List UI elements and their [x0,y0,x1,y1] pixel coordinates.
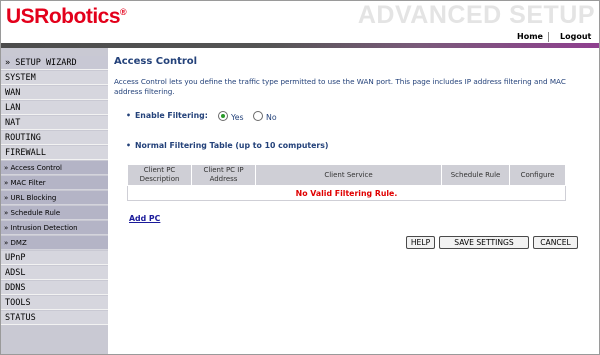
main-content: Access Control Access Control lets you d… [108,48,599,354]
filtering-table-heading: • Normal Filtering Table (up to 10 comput… [126,141,328,150]
column-header: Client PC Description [126,164,193,186]
logout-link[interactable]: Logout [560,32,591,41]
add-pc-link[interactable]: Add PC [129,214,160,223]
table-row: No Valid Filtering Rule. [127,185,566,201]
home-link[interactable]: Home [517,32,543,41]
router-admin-window: USRobotics® ADVANCED SETUP Home Logout »… [0,0,600,355]
filtering-no-radio[interactable]: No [253,111,277,122]
sidebar-item-setup-wizard[interactable]: » SETUP WIZARD [1,56,108,70]
bullet-icon: • [126,141,131,150]
sidebar-item-routing[interactable]: ROUTING [1,131,108,145]
enable-filtering-label: Enable Filtering: [134,111,208,120]
column-header: Client Service [255,164,442,186]
sidebar-subitem-schedule-rule[interactable]: » Schedule Rule [1,206,108,220]
bullet-icon: • [126,111,131,120]
advanced-setup-banner: ADVANCED SETUP [357,1,595,29]
sidebar: » SETUP WIZARD SYSTEM WAN LAN NAT ROUTIN… [1,48,108,354]
sidebar-item-adsl[interactable]: ADSL [1,266,108,280]
cancel-button[interactable]: CANCEL [533,236,578,249]
radio-yes-label: Yes [231,113,244,122]
nav-divider [548,32,549,42]
sidebar-item-tools[interactable]: TOOLS [1,296,108,310]
radio-unselected-icon [253,111,263,121]
radio-no-label: No [266,113,277,122]
filtering-table-heading-text: Normal Filtering Table (up to 10 compute… [134,141,329,150]
sidebar-item-lan[interactable]: LAN [1,101,108,115]
enable-filtering-row: • Enable Filtering: [126,111,208,120]
sidebar-item-system[interactable]: SYSTEM [1,71,108,85]
column-header: Configure [509,164,566,186]
save-settings-button[interactable]: SAVE SETTINGS [439,236,529,249]
sidebar-item-wan[interactable]: WAN [1,86,108,100]
empty-table-message: No Valid Filtering Rule. [127,185,566,201]
filtering-yes-radio[interactable]: Yes [218,111,244,122]
logo-text: USRobotics [6,5,121,28]
sidebar-subitem-access-control[interactable]: » Access Control [1,161,108,175]
column-header: Client PC IP Address [191,164,257,186]
sidebar-subitem-intrusion-detection[interactable]: » Intrusion Detection [1,221,108,235]
filtering-table: Client PC Description Client PC IP Addre… [126,164,566,201]
top-nav: Home Logout [1,31,599,43]
sidebar-subitem-dmz[interactable]: » DMZ [1,236,108,250]
table-header-row: Client PC Description Client PC IP Addre… [126,164,566,186]
sidebar-item-upnp[interactable]: UPnP [1,251,108,265]
sidebar-item-status[interactable]: STATUS [1,311,108,325]
sidebar-item-nat[interactable]: NAT [1,116,108,130]
page-title: Access Control [114,56,198,67]
logo-registered-mark: ® [120,7,127,17]
page-description: Access Control lets you define the traff… [114,77,566,96]
column-header: Schedule Rule [440,164,511,186]
sidebar-subitem-url-blocking[interactable]: » URL Blocking [1,191,108,205]
sidebar-item-ddns[interactable]: DDNS [1,281,108,295]
help-button[interactable]: HELP [406,236,435,249]
sidebar-item-firewall[interactable]: FIREWALL [1,146,108,160]
radio-selected-icon [218,111,228,121]
usrobotics-logo: USRobotics® [6,5,127,29]
header: USRobotics® ADVANCED SETUP [1,1,599,31]
sidebar-subitem-mac-filter[interactable]: » MAC Filter [1,176,108,190]
